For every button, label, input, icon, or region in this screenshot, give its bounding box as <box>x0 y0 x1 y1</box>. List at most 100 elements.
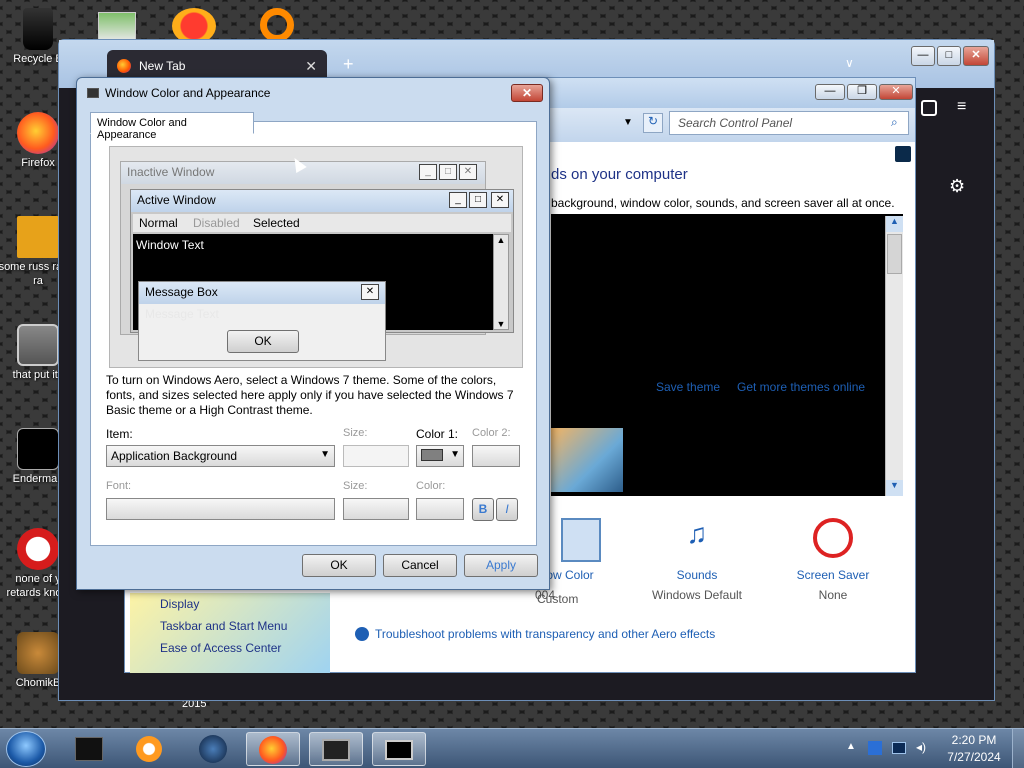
taskbar: ▲ ◂) 2:20 PM 7/27/2024 <box>0 728 1024 768</box>
troubleshoot-link[interactable]: Troubleshoot problems with transparency … <box>375 627 715 641</box>
taskbar-app-6[interactable] <box>372 732 426 766</box>
apply-button[interactable]: Apply <box>464 554 538 577</box>
maximize-button[interactable]: □ <box>937 46 961 66</box>
cp-restore-button[interactable]: ❐ <box>847 84 877 100</box>
inactive-close-icon: ✕ <box>459 164 477 180</box>
scroll-thumb[interactable] <box>887 234 902 274</box>
dialog-info-text: To turn on Windows Aero, select a Window… <box>106 373 514 417</box>
active-maximize-icon: □ <box>469 192 487 208</box>
tray-volume-icon[interactable]: ◂) <box>916 740 926 754</box>
taskbar-app-3[interactable] <box>186 732 240 766</box>
dialog-tab[interactable]: Window Color and Appearance <box>90 112 254 141</box>
get-more-themes-link[interactable]: Get more themes online <box>737 380 865 394</box>
display-link[interactable]: Display <box>130 593 330 615</box>
extensions-icon[interactable] <box>921 100 937 116</box>
list-tabs-button[interactable]: ∨ <box>845 56 854 70</box>
black-box-icon <box>75 737 103 761</box>
font-color-picker[interactable] <box>416 498 464 520</box>
cp-close-button[interactable]: ✕ <box>879 84 913 100</box>
custom-color-text: Custom <box>537 592 579 606</box>
active-minimize-icon: _ <box>449 192 467 208</box>
font-select[interactable] <box>106 498 335 520</box>
font-color-label: Color: <box>416 480 446 492</box>
color2-label: Color 2: <box>472 427 511 439</box>
item-select-value: Application Background <box>111 449 238 463</box>
chevron-down-icon: ▼ <box>320 449 330 460</box>
clock-time[interactable]: 2:20 PM <box>946 733 1002 747</box>
sounds-value: Windows Default <box>651 588 743 602</box>
color1-picker[interactable]: ▼ <box>416 445 464 467</box>
hamster-icon <box>17 632 59 674</box>
desktop-icon-partial-1[interactable] <box>98 12 136 42</box>
new-tab-button[interactable]: + <box>343 54 354 75</box>
search-input[interactable]: Search Control Panel <box>669 111 909 135</box>
screen-saver-item[interactable]: Screen Saver None <box>785 518 881 602</box>
message-box-title: Message Box <box>145 285 218 299</box>
tab-close-icon[interactable]: ✕ <box>305 58 317 75</box>
theme-list[interactable]: Save theme Get more themes online <box>551 214 903 496</box>
window-color-icon <box>561 518 601 562</box>
appearance-preview[interactable]: Inactive Window _ □ ✕ Active Window _ □ … <box>109 146 523 368</box>
stacked-windows-icon <box>17 324 59 366</box>
tray-network-icon[interactable] <box>892 742 906 754</box>
taskbar-start-menu-link[interactable]: Taskbar and Start Menu <box>130 615 330 637</box>
active-close-icon: ✕ <box>491 192 509 208</box>
refresh-button[interactable]: ↻ <box>643 113 663 133</box>
preview-ok-button: OK <box>227 330 299 353</box>
font-size-label: Size: <box>343 480 368 492</box>
dialog-panel: Inactive Window _ □ ✕ Active Window _ □ … <box>90 121 537 546</box>
desktop-icon-partial-3[interactable] <box>260 8 294 42</box>
theme-scrollbar[interactable]: ▲ ▼ <box>885 216 903 496</box>
browser-tab-title: New Tab <box>139 59 186 73</box>
theme-thumbnail[interactable] <box>551 428 623 492</box>
cancel-button[interactable]: Cancel <box>383 554 457 577</box>
font-size-select[interactable] <box>343 498 409 520</box>
sounds-item[interactable]: ♫ Sounds Windows Default <box>645 518 749 602</box>
active-window-titlebar: Active Window _ □ ✕ <box>131 190 513 212</box>
preview-scrollbar: ▲ ▼ <box>493 234 509 330</box>
active-window-title: Active Window <box>137 193 216 207</box>
taskbar-app-2[interactable] <box>122 732 176 766</box>
sounds-icon: ♫ <box>686 518 708 549</box>
show-desktop-button[interactable] <box>1012 729 1024 768</box>
close-button[interactable]: ✕ <box>963 46 989 66</box>
screen-saver-icon <box>813 518 853 558</box>
settings-gear-icon[interactable]: ⚙ <box>949 176 965 197</box>
scroll-down-button[interactable]: ▼ <box>886 480 903 496</box>
size-spinner[interactable] <box>343 445 409 467</box>
size-label: Size: <box>343 427 368 439</box>
minimize-button[interactable]: — <box>911 46 935 66</box>
inactive-window-title: Inactive Window <box>127 165 215 179</box>
help-icon[interactable] <box>895 146 911 162</box>
sounds-label: Sounds <box>676 568 718 582</box>
page-subline: background, window color, sounds, and sc… <box>551 196 895 210</box>
scroll-up-button[interactable]: ▲ <box>886 216 903 232</box>
menu-icon[interactable]: ≡ <box>957 98 966 116</box>
color1-label: Color 1: <box>416 427 459 441</box>
bold-button[interactable]: B <box>472 498 494 521</box>
show-hidden-icons[interactable]: ▲ <box>846 741 856 752</box>
address-dropdown-icon[interactable]: ▼ <box>623 117 633 128</box>
taskbar-app-1[interactable] <box>62 732 116 766</box>
inactive-maximize-icon: □ <box>439 164 457 180</box>
italic-button[interactable]: I <box>496 498 518 521</box>
message-box-close-icon: ✕ <box>361 284 379 300</box>
preview-menu-bar: Normal Disabled Selected <box>133 214 511 232</box>
taskbar-app-5[interactable] <box>309 732 363 766</box>
clock-date[interactable]: 7/27/2024 <box>940 750 1008 764</box>
item-select[interactable]: Application Background ▼ <box>106 445 335 467</box>
dialog-close-button[interactable]: ✕ <box>511 84 543 102</box>
save-theme-link[interactable]: Save theme <box>656 380 720 394</box>
tray-icon-1[interactable] <box>868 741 882 755</box>
ease-of-access-link[interactable]: Ease of Access Center <box>130 637 330 659</box>
cp-minimize-button[interactable]: — <box>815 84 845 100</box>
red-dino-icon <box>17 528 59 570</box>
firefox-icon <box>117 59 131 73</box>
start-button[interactable] <box>6 731 46 767</box>
menu-normal: Normal <box>139 216 178 230</box>
media-player-icon <box>136 736 162 762</box>
ok-button[interactable]: OK <box>302 554 376 577</box>
color2-picker[interactable] <box>472 445 520 467</box>
taskbar-firefox[interactable] <box>246 732 300 766</box>
see-also-pane: Display Taskbar and Start Menu Ease of A… <box>130 593 330 673</box>
